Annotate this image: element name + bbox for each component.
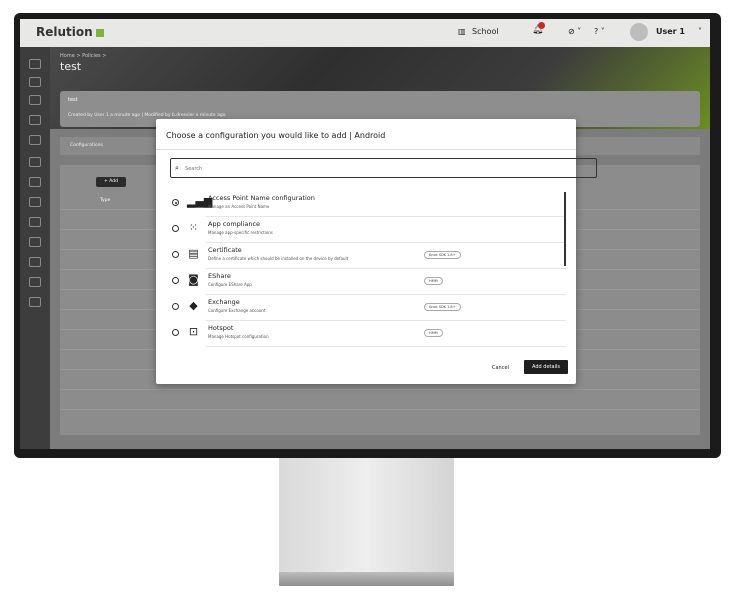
radio-button[interactable] bbox=[172, 303, 179, 310]
policy-meta: Created by User 1 a minute ago | Modifie… bbox=[68, 113, 226, 118]
platform-badge: HMM bbox=[424, 329, 443, 337]
option-description: Manage Hotspot configuration bbox=[208, 334, 269, 339]
sidebar-reports-icon[interactable] bbox=[29, 217, 41, 227]
option-divider bbox=[206, 346, 566, 347]
sidebar-settings-icon[interactable] bbox=[29, 257, 41, 267]
option-description: Define a certificate which should be ins… bbox=[208, 256, 349, 261]
platform-badge: Knox SDK 1.8+ bbox=[424, 251, 461, 259]
option-name: Hotspot bbox=[208, 324, 234, 332]
chevron-down-icon[interactable]: ˅ bbox=[698, 27, 702, 36]
building-icon: ▥ bbox=[458, 27, 466, 36]
add-details-button[interactable]: Add details bbox=[524, 360, 568, 374]
certificate-icon: ▤ bbox=[188, 247, 199, 260]
help-menu-icon[interactable]: ? ˅ bbox=[594, 27, 605, 36]
eshare-icon: ◙ bbox=[188, 273, 199, 286]
dialog-divider bbox=[156, 149, 576, 150]
cancel-button[interactable]: Cancel bbox=[492, 365, 509, 371]
row-divider bbox=[60, 409, 700, 410]
search-icon: ⌕ bbox=[175, 164, 179, 172]
hotspot-icon: ⊡ bbox=[188, 325, 199, 338]
status-menu-icon[interactable]: ⊘ ˅ bbox=[568, 27, 581, 36]
sidebar bbox=[20, 47, 50, 449]
sidebar-groups-icon[interactable] bbox=[29, 197, 41, 207]
policy-name: test bbox=[68, 97, 78, 103]
top-bar: Relution ▥ School 🔔︎ ⊘ ˅ ? ˅ User 1 ˅ bbox=[20, 19, 710, 47]
add-button[interactable]: + Add bbox=[96, 177, 126, 187]
option-hotspot[interactable]: ⊡ Hotspot Manage Hotspot configuration H… bbox=[156, 321, 566, 347]
sidebar-classroom-icon[interactable] bbox=[29, 237, 41, 247]
search-input[interactable] bbox=[185, 163, 565, 174]
sidebar-apps-icon[interactable] bbox=[29, 115, 41, 125]
option-certificate[interactable]: ▤ Certificate Define a certificate which… bbox=[156, 243, 566, 269]
user-menu[interactable]: User 1 bbox=[656, 27, 685, 36]
notification-badge bbox=[538, 22, 545, 29]
radio-button[interactable] bbox=[172, 251, 179, 258]
brand-name: Relution bbox=[36, 25, 93, 39]
option-description: Manage app-specific restrictions bbox=[208, 230, 273, 235]
signal-bars-icon: ▂▄▆ bbox=[187, 195, 213, 208]
option-access-point-name[interactable]: ▂▄▆ Access Point Name configuration Mana… bbox=[156, 191, 566, 217]
radio-button[interactable] bbox=[172, 225, 179, 232]
scrollbar[interactable] bbox=[564, 192, 566, 266]
sidebar-admin-icon[interactable] bbox=[29, 277, 41, 287]
search-box[interactable]: ⌕ bbox=[170, 158, 597, 178]
row-divider bbox=[60, 389, 700, 390]
option-description: Configure Exchange account bbox=[208, 308, 266, 313]
sidebar-policies-icon[interactable] bbox=[29, 135, 41, 145]
breadcrumb[interactable]: Home > Policies > bbox=[60, 53, 106, 59]
configuration-options: ▂▄▆ Access Point Name configuration Mana… bbox=[156, 189, 576, 354]
sidebar-users-icon[interactable] bbox=[29, 177, 41, 187]
option-app-compliance[interactable]: ⁙ App compliance Manage app-specific res… bbox=[156, 217, 566, 243]
option-name: Access Point Name configuration bbox=[208, 194, 315, 202]
page-title: test bbox=[60, 60, 82, 73]
option-name: App compliance bbox=[208, 220, 261, 228]
dialog-title: Choose a configuration you would like to… bbox=[166, 131, 386, 140]
platform-badge: HMM bbox=[424, 277, 443, 285]
monitor-stand-base bbox=[279, 572, 454, 586]
sidebar-content-icon[interactable] bbox=[29, 157, 41, 167]
sidebar-menu-icon[interactable] bbox=[29, 77, 41, 87]
option-description: Manage an Access Point Name bbox=[208, 204, 270, 209]
avatar[interactable] bbox=[630, 23, 648, 41]
configuration-dialog: Choose a configuration you would like to… bbox=[156, 119, 597, 384]
screen: Relution ▥ School 🔔︎ ⊘ ˅ ? ˅ User 1 ˅ Ho… bbox=[20, 19, 710, 449]
platform-badge: Knox SDK 1.8+ bbox=[424, 303, 461, 311]
monitor-stand bbox=[279, 458, 454, 578]
brand-logo[interactable]: Relution bbox=[36, 25, 104, 39]
sidebar-dashboard-icon[interactable] bbox=[29, 59, 41, 69]
option-description: Configure EShare App bbox=[208, 282, 252, 287]
type-column-header: Type bbox=[100, 198, 111, 203]
option-name: EShare bbox=[208, 272, 231, 280]
radio-button[interactable] bbox=[172, 329, 179, 336]
option-eshare[interactable]: ◙ EShare Configure EShare App HMM bbox=[156, 269, 566, 295]
monitor-bezel: Relution ▥ School 🔔︎ ⊘ ˅ ? ˅ User 1 ˅ Ho… bbox=[14, 13, 721, 458]
option-name: Certificate bbox=[208, 246, 242, 254]
exchange-icon: ◆ bbox=[189, 299, 198, 312]
option-exchange[interactable]: ◆ Exchange Configure Exchange account Kn… bbox=[156, 295, 566, 321]
sidebar-devices-icon[interactable] bbox=[29, 95, 41, 105]
org-switcher[interactable]: School bbox=[472, 27, 499, 36]
tab-configurations[interactable]: Configurations bbox=[70, 143, 103, 148]
app-grid-icon: ⁙ bbox=[188, 221, 199, 234]
sidebar-gear-icon[interactable] bbox=[29, 297, 41, 307]
radio-selected[interactable] bbox=[172, 199, 179, 206]
option-name: Exchange bbox=[208, 298, 240, 306]
brand-mark-icon bbox=[95, 28, 104, 37]
radio-button[interactable] bbox=[172, 277, 179, 284]
